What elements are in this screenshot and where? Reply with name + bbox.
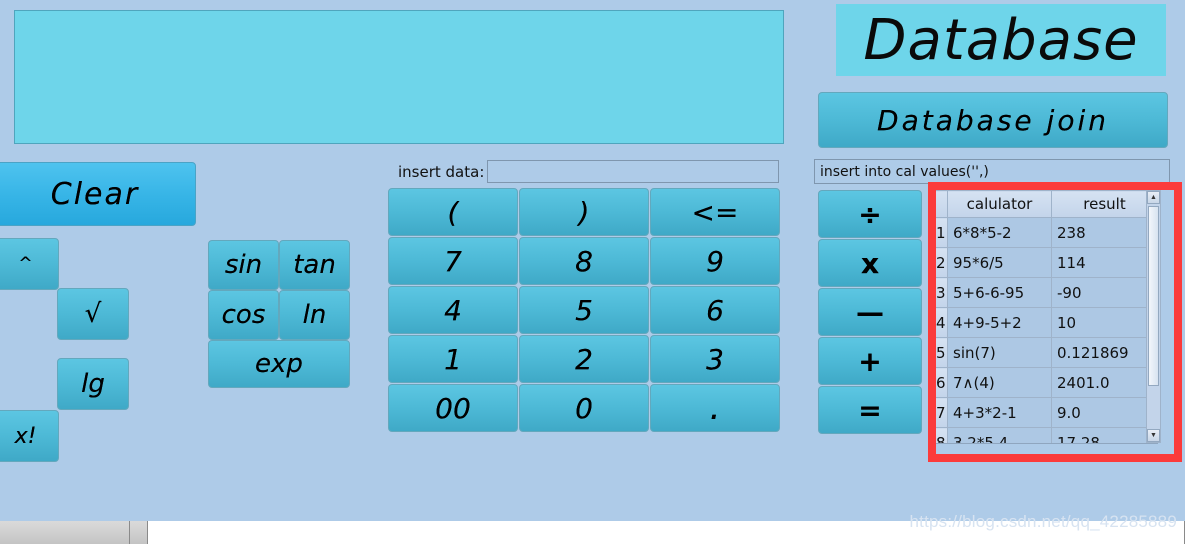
status-bar-divider bbox=[130, 521, 148, 544]
clear-button[interactable]: Clear bbox=[0, 162, 196, 226]
results-table: calulator result 1 6*8*5-2 238 2 95*6/5 114 3 5… bbox=[935, 190, 1157, 443]
table-row[interactable]: 2 95*6/5 114 bbox=[935, 247, 1157, 278]
watermark-text: https://blog.csdn.net/qq_42285889 bbox=[909, 512, 1177, 531]
numeric-keypad: ( ) <= 7 8 9 4 5 6 1 2 3 00 0 . bbox=[388, 188, 780, 434]
cell-calulator[interactable]: sin(7) bbox=[947, 337, 1052, 368]
sin-button[interactable]: sin bbox=[208, 240, 279, 290]
cell-calulator[interactable]: 5+6-6-95 bbox=[947, 277, 1052, 308]
row-index-cell: 2 bbox=[935, 247, 948, 278]
row-index-cell: 1 bbox=[935, 217, 948, 248]
column-header-calulator[interactable]: calulator bbox=[947, 190, 1052, 218]
insert-data-input[interactable] bbox=[487, 160, 779, 183]
scroll-up-arrow-icon[interactable]: ▲ bbox=[1147, 191, 1160, 204]
cell-result[interactable]: 114 bbox=[1051, 247, 1157, 278]
results-table-container[interactable]: calulator result 1 6*8*5-2 238 2 95*6/5 114 3 5… bbox=[934, 189, 1158, 444]
divide-button[interactable]: ÷ bbox=[818, 190, 922, 238]
key-7[interactable]: 7 bbox=[388, 237, 518, 285]
cell-calulator[interactable]: 4+3*2-1 bbox=[947, 397, 1052, 428]
column-header-result[interactable]: result bbox=[1051, 190, 1157, 218]
plus-button[interactable]: + bbox=[818, 337, 922, 385]
key-2[interactable]: 2 bbox=[519, 335, 649, 383]
key-8[interactable]: 8 bbox=[519, 237, 649, 285]
table-vertical-scrollbar[interactable]: ▲ ▼ bbox=[1146, 190, 1161, 443]
table-row[interactable]: 7 4+3*2-1 9.0 bbox=[935, 397, 1157, 428]
ln-button[interactable]: ln bbox=[279, 290, 350, 340]
key-6[interactable]: 6 bbox=[650, 286, 780, 334]
minus-button[interactable]: — bbox=[818, 288, 922, 336]
key-0[interactable]: 0 bbox=[519, 384, 649, 432]
cell-result[interactable]: 2401.0 bbox=[1051, 367, 1157, 398]
row-index-cell: 6 bbox=[935, 367, 948, 398]
table-row[interactable]: 5 sin(7) 0.121869 bbox=[935, 337, 1157, 368]
key-1[interactable]: 1 bbox=[388, 335, 518, 383]
sql-statement-field[interactable]: insert into cal values('',) bbox=[814, 159, 1170, 184]
row-index-cell: 7 bbox=[935, 397, 948, 428]
cell-result[interactable]: 17.28 bbox=[1051, 427, 1157, 443]
cell-calulator[interactable]: 95*6/5 bbox=[947, 247, 1052, 278]
column-header-index[interactable] bbox=[935, 190, 948, 218]
insert-data-label: insert data: bbox=[398, 163, 485, 181]
row-index-cell: 4 bbox=[935, 307, 948, 338]
table-header-row: calulator result bbox=[935, 190, 1157, 218]
scroll-down-arrow-icon[interactable]: ▼ bbox=[1147, 429, 1160, 442]
row-index-cell: 3 bbox=[935, 277, 948, 308]
key-close-paren[interactable]: ) bbox=[519, 188, 649, 236]
cell-result[interactable]: 9.0 bbox=[1051, 397, 1157, 428]
key-decimal-point[interactable]: . bbox=[650, 384, 780, 432]
row-index-cell: 8 bbox=[935, 427, 948, 443]
row-index-cell: 5 bbox=[935, 337, 948, 368]
exp-button[interactable]: exp bbox=[208, 340, 350, 388]
table-row[interactable]: 4 4+9-5+2 10 bbox=[935, 307, 1157, 338]
operator-panel: ÷ x — + = bbox=[818, 190, 922, 440]
cell-result[interactable]: 10 bbox=[1051, 307, 1157, 338]
key-5[interactable]: 5 bbox=[519, 286, 649, 334]
multiply-button[interactable]: x bbox=[818, 239, 922, 287]
key-backspace[interactable]: <= bbox=[650, 188, 780, 236]
cell-calulator[interactable]: 4+9-5+2 bbox=[947, 307, 1052, 338]
trig-function-panel: sin tan cos ln exp bbox=[208, 240, 350, 388]
tan-button[interactable]: tan bbox=[279, 240, 350, 290]
table-row[interactable]: 3 5+6-6-95 -90 bbox=[935, 277, 1157, 308]
cos-button[interactable]: cos bbox=[208, 290, 279, 340]
key-4[interactable]: 4 bbox=[388, 286, 518, 334]
key-open-paren[interactable]: ( bbox=[388, 188, 518, 236]
key-double-zero[interactable]: 00 bbox=[388, 384, 518, 432]
table-row[interactable]: 6 7∧(4) 2401.0 bbox=[935, 367, 1157, 398]
scrollbar-thumb[interactable] bbox=[1148, 206, 1159, 386]
cell-calulator[interactable]: 6*8*5-2 bbox=[947, 217, 1052, 248]
key-9[interactable]: 9 bbox=[650, 237, 780, 285]
cell-calulator[interactable]: 7∧(4) bbox=[947, 367, 1052, 398]
cell-result[interactable]: 0.121869 bbox=[1051, 337, 1157, 368]
log10-button[interactable]: lg bbox=[57, 358, 129, 410]
power-button[interactable]: ^ bbox=[0, 238, 59, 290]
key-3[interactable]: 3 bbox=[650, 335, 780, 383]
table-row[interactable]: 1 6*8*5-2 238 bbox=[935, 217, 1157, 248]
table-body: 1 6*8*5-2 238 2 95*6/5 114 3 5+6-6-95 -90 4 4+9-5+… bbox=[935, 217, 1157, 443]
factorial-button[interactable]: x! bbox=[0, 410, 59, 462]
equals-button[interactable]: = bbox=[818, 386, 922, 434]
table-row[interactable]: 8 3.2*5.4 17.28 bbox=[935, 427, 1157, 443]
status-bar-left-segment bbox=[0, 521, 130, 544]
cell-result[interactable]: 238 bbox=[1051, 217, 1157, 248]
database-join-button[interactable]: Database join bbox=[818, 92, 1168, 148]
cell-calulator[interactable]: 3.2*5.4 bbox=[947, 427, 1052, 443]
square-root-button[interactable]: √ bbox=[57, 288, 129, 340]
expression-display[interactable] bbox=[14, 10, 784, 144]
application-window: Database Database join insert into cal v… bbox=[0, 0, 1185, 544]
database-title: Database bbox=[836, 4, 1166, 76]
cell-result[interactable]: -90 bbox=[1051, 277, 1157, 308]
